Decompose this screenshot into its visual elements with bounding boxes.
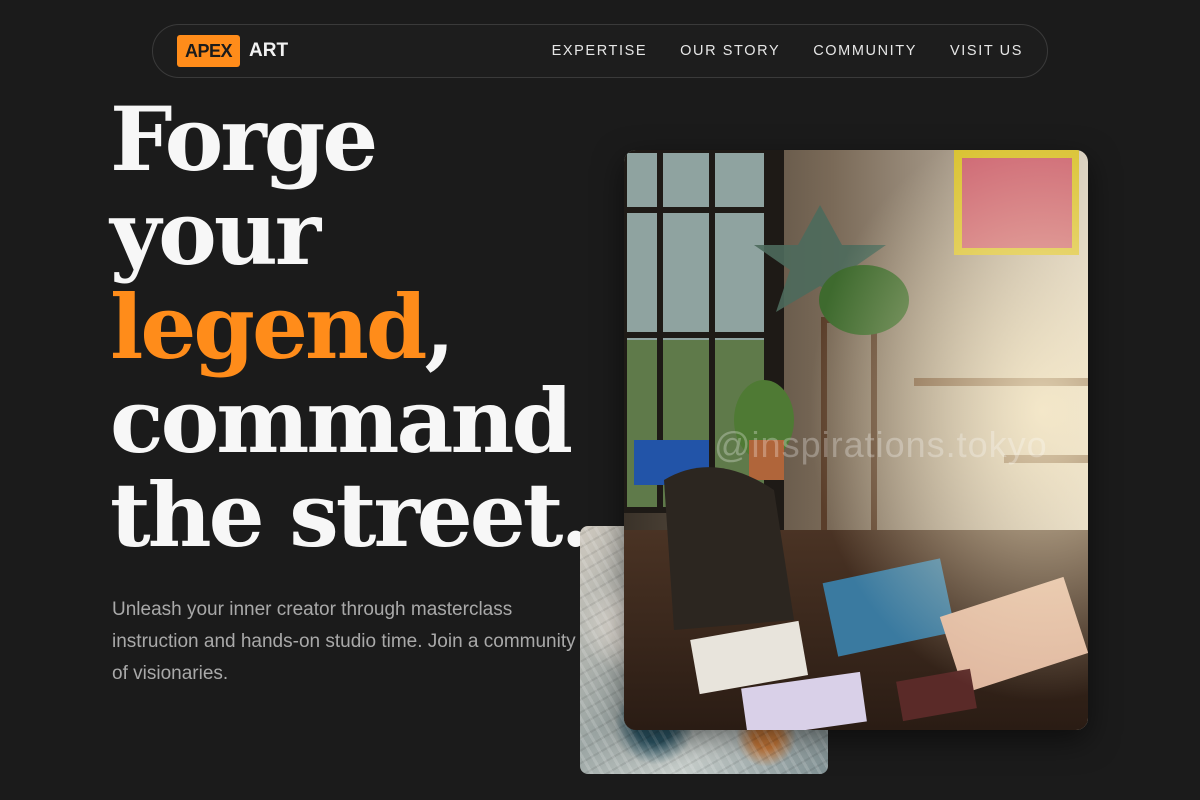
nav-link-expertise[interactable]: EXPERTISE — [552, 43, 648, 59]
logo[interactable]: APEX ART — [177, 35, 288, 67]
landing-page: APEX ART EXPERTISE OUR STORY COMMUNITY V… — [0, 0, 1200, 800]
top-navigation: APEX ART EXPERTISE OUR STORY COMMUNITY V… — [152, 24, 1048, 78]
nav-link-visit-us[interactable]: VISIT US — [950, 43, 1023, 59]
nav-links: EXPERTISE OUR STORY COMMUNITY VISIT US — [552, 43, 1023, 59]
nav-link-our-story[interactable]: OUR STORY — [680, 43, 780, 59]
logo-text: ART — [249, 40, 289, 61]
headline-line-4: command — [110, 369, 573, 473]
logo-badge: APEX — [177, 35, 241, 67]
art-studio-image: @inspirations.tokyo — [624, 150, 1088, 730]
nav-link-community[interactable]: COMMUNITY — [813, 43, 917, 59]
hero-subtext: Unleash your inner creator through maste… — [112, 599, 576, 684]
headline-comma: , — [424, 275, 455, 379]
hero-headline: Forge your legend, command the street. — [110, 87, 591, 567]
headline-line-2: your — [110, 181, 321, 285]
image-watermark: @inspirations.tokyo — [714, 424, 1048, 465]
headline-accent-word: legend — [110, 275, 427, 379]
headline-line-1: Forge — [110, 87, 378, 191]
headline-line-3: legend, — [110, 280, 588, 374]
headline-line-5: the street. — [110, 463, 591, 567]
